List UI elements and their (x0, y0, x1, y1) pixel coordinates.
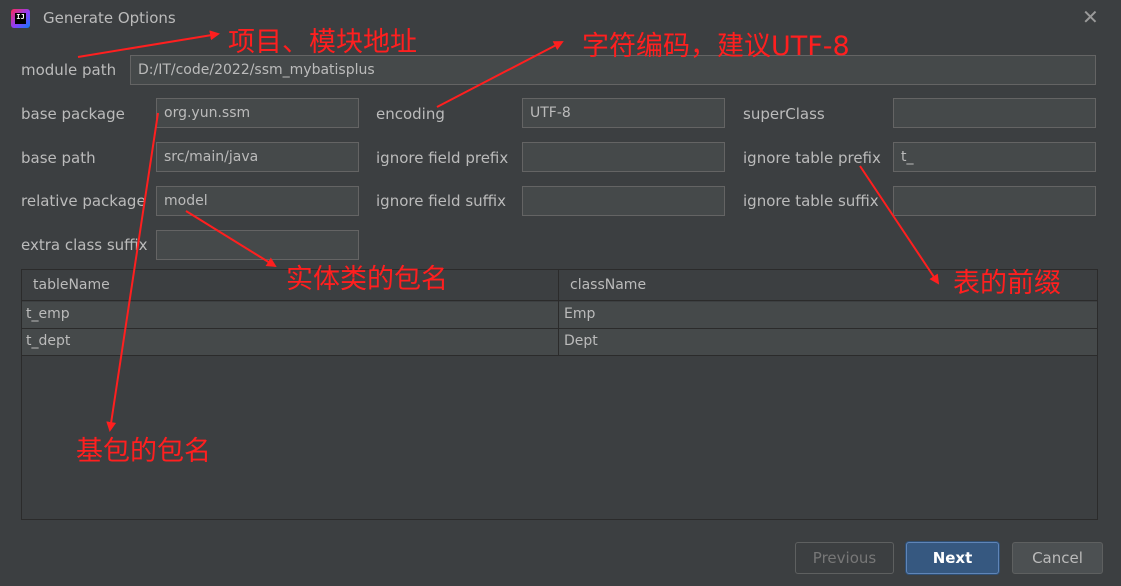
ignore-field-prefix-field[interactable] (522, 142, 725, 172)
annotation-entity-package: 实体类的包名 (286, 264, 448, 295)
table-cell-classname[interactable]: Emp (564, 306, 595, 322)
module-path-label: module path (21, 61, 117, 79)
table-header: tableName className (22, 270, 1097, 301)
intellij-idea-icon: IJ (11, 9, 30, 28)
annotation-base-package: 基包的包名 (76, 436, 211, 467)
column-header-tablename[interactable]: tableName (33, 277, 110, 293)
ignore-field-suffix-field[interactable] (522, 186, 725, 216)
table-row[interactable]: t_emp Emp (22, 302, 1097, 329)
table-cell-tablename: t_emp (26, 306, 70, 322)
base-path-label: base path (21, 149, 96, 167)
extra-class-suffix-field[interactable] (156, 230, 359, 260)
table-row[interactable]: t_dept Dept (22, 329, 1097, 356)
close-icon[interactable]: ✕ (1082, 5, 1099, 29)
relative-package-field[interactable]: model (156, 186, 359, 216)
annotation-table-prefix: 表的前缀 (953, 268, 1061, 299)
next-button[interactable]: Next (906, 542, 999, 574)
dialog-title: Generate Options (43, 9, 176, 27)
column-divider (558, 270, 559, 355)
ignore-field-suffix-label: ignore field suffix (376, 192, 507, 210)
relative-package-label: relative package (21, 192, 146, 210)
arrow-module-path (77, 30, 220, 58)
ignore-table-prefix-field[interactable]: t_ (893, 142, 1096, 172)
superclass-field[interactable] (893, 98, 1096, 128)
ignore-table-suffix-label: ignore table suffix (743, 192, 879, 210)
tables-table: tableName className t_emp Emp t_dept Dep… (21, 269, 1098, 520)
previous-button[interactable]: Previous (795, 542, 894, 574)
extra-class-suffix-label: extra class suffix (21, 236, 148, 254)
table-cell-tablename: t_dept (26, 333, 71, 349)
column-header-classname[interactable]: className (570, 277, 646, 293)
base-package-field[interactable]: org.yun.ssm (156, 98, 359, 128)
ignore-table-suffix-field[interactable] (893, 186, 1096, 216)
ignore-field-prefix-label: ignore field prefix (376, 149, 509, 167)
annotation-encoding: 字符编码，建议UTF-8 (582, 31, 850, 62)
annotation-module-address: 项目、模块地址 (228, 27, 417, 58)
encoding-label: encoding (376, 105, 445, 123)
arrow-table-prefix (859, 165, 940, 285)
base-path-field[interactable]: src/main/java (156, 142, 359, 172)
encoding-field[interactable]: UTF-8 (522, 98, 725, 128)
table-cell-classname[interactable]: Dept (564, 333, 598, 349)
cancel-button[interactable]: Cancel (1012, 542, 1103, 574)
superclass-label: superClass (743, 105, 825, 123)
base-package-label: base package (21, 105, 125, 123)
ignore-table-prefix-label: ignore table prefix (743, 149, 881, 167)
